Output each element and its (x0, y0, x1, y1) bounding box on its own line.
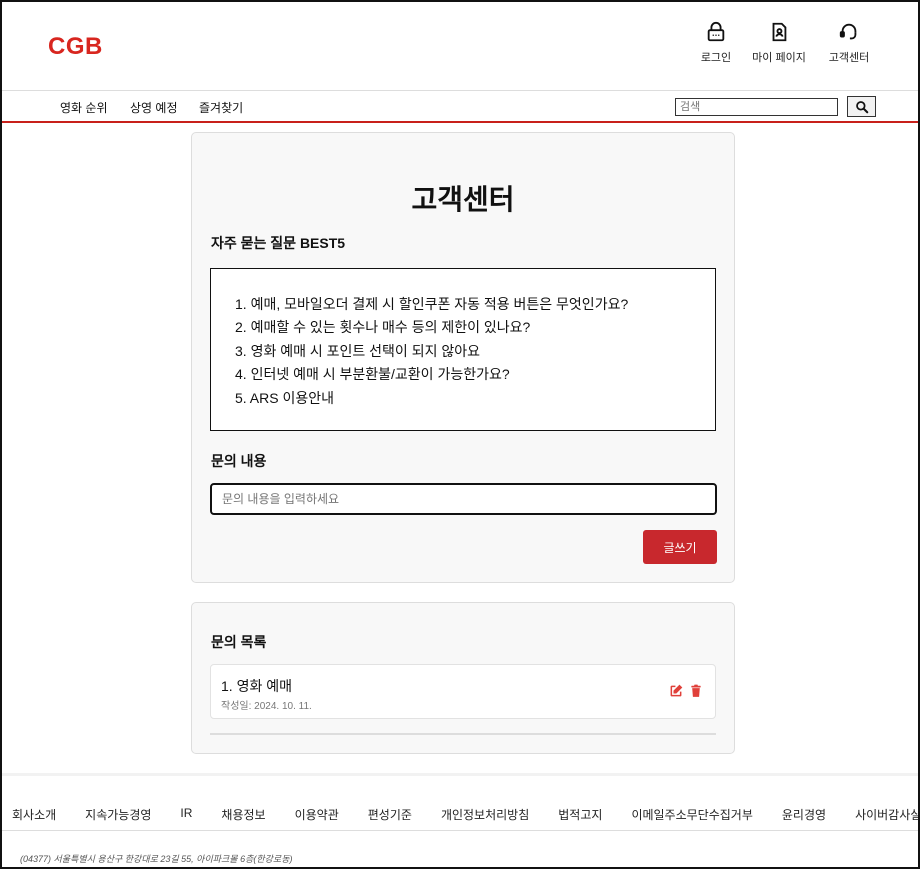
page-title: 고객센터 (411, 184, 515, 215)
trash-icon[interactable] (689, 684, 703, 698)
edit-icon[interactable] (669, 684, 683, 698)
search-button[interactable] (847, 96, 876, 117)
inquiry-heading: 문의 내용 (211, 453, 267, 469)
nav-item-ranking[interactable]: 영화 순위 (60, 99, 108, 116)
list-item[interactable]: 1. 영화 예매 작성일: 2024. 10. 11. (210, 664, 716, 719)
login-label: 로그인 (700, 52, 732, 64)
my-page-link[interactable]: 마이 페이지 (749, 21, 809, 65)
login-link[interactable]: 로그인 (686, 21, 746, 65)
footer-link-legal[interactable]: 법적고지 (558, 806, 602, 823)
faq-item[interactable]: 5. ARS 이용안내 (235, 387, 715, 410)
faq-item[interactable]: 4. 인터넷 예매 시 부분환불/교환이 가능한가요? (235, 363, 715, 386)
inquiry-list-heading: 문의 목록 (211, 634, 267, 650)
customer-center-link[interactable]: 고객센터 (819, 21, 879, 65)
footer: 회사소개 지속가능경영 IR 채용정보 이용약관 편성기준 개인정보처리방침 법… (2, 773, 918, 867)
footer-link-careers[interactable]: 채용정보 (221, 806, 265, 823)
company-address: (04377) 서울특별시 용산구 한강대로 23길 55, 아이파크몰 6층(… (20, 854, 293, 864)
nav-item-favorites[interactable]: 즐겨찾기 (199, 99, 243, 116)
headset-icon (839, 23, 857, 40)
inquiry-date: 작성일: 2024. 10. 11. (221, 701, 312, 712)
faq-item[interactable]: 1. 예매, 모바일오더 결제 시 할인쿠폰 자동 적용 버튼은 무엇인가요? (235, 293, 715, 316)
footer-link-ir[interactable]: IR (180, 806, 192, 823)
inquiry-list-panel: 문의 목록 1. 영화 예매 작성일: 2024. 10. 11. (191, 602, 735, 754)
customer-center-label: 고객센터 (828, 52, 870, 64)
customer-center-panel: 고객센터 자주 묻는 질문 BEST5 1. 예매, 모바일오더 결제 시 할인… (191, 132, 735, 583)
faq-item[interactable]: 3. 영화 예매 시 포인트 선택이 되지 않아요 (235, 340, 715, 363)
footer-link-terms[interactable]: 이용약관 (295, 806, 339, 823)
footer-link-email-policy[interactable]: 이메일주소무단수집거부 (631, 806, 752, 823)
footer-divider (2, 830, 918, 831)
footer-link-about[interactable]: 회사소개 (12, 806, 56, 823)
faq-item[interactable]: 2. 예매할 수 있는 횟수나 매수 등의 제한이 있나요? (235, 316, 715, 339)
footer-top-border (2, 773, 918, 776)
divider (210, 733, 716, 735)
profile-document-icon (772, 22, 787, 42)
inquiry-title: 1. 영화 예매 (221, 678, 292, 694)
search-input[interactable] (675, 98, 838, 116)
submit-button[interactable]: 글쓰기 (643, 530, 717, 564)
footer-link-ethics[interactable]: 윤리경영 (782, 806, 826, 823)
page-frame: CGB 로그인 마이 페이지 고객센터 영화 순위 상영 예정 즐겨찾기 검색 … (0, 0, 920, 869)
inquiry-input[interactable] (210, 483, 717, 515)
footer-link-sustainability[interactable]: 지속가능경영 (85, 806, 151, 823)
my-page-label: 마이 페이지 (752, 52, 806, 64)
faq-heading: 자주 묻는 질문 BEST5 (211, 235, 346, 251)
footer-links: 회사소개 지속가능경영 IR 채용정보 이용약관 편성기준 개인정보처리방침 법… (12, 806, 918, 823)
footer-link-cyber-audit[interactable]: 사이버감사실 (855, 806, 918, 823)
header: CGB 로그인 마이 페이지 고객센터 (2, 2, 918, 90)
main-nav: 영화 순위 상영 예정 즐겨찾기 (2, 90, 918, 123)
lock-icon (707, 21, 725, 42)
nav-item-upcoming[interactable]: 상영 예정 (130, 99, 178, 116)
faq-list: 1. 예매, 모바일오더 결제 시 할인쿠폰 자동 적용 버튼은 무엇인가요? … (210, 268, 716, 431)
footer-link-programming[interactable]: 편성기준 (368, 806, 412, 823)
search-icon (855, 100, 868, 113)
footer-link-privacy[interactable]: 개인정보처리방침 (441, 806, 529, 823)
logo[interactable]: CGB (48, 33, 103, 61)
